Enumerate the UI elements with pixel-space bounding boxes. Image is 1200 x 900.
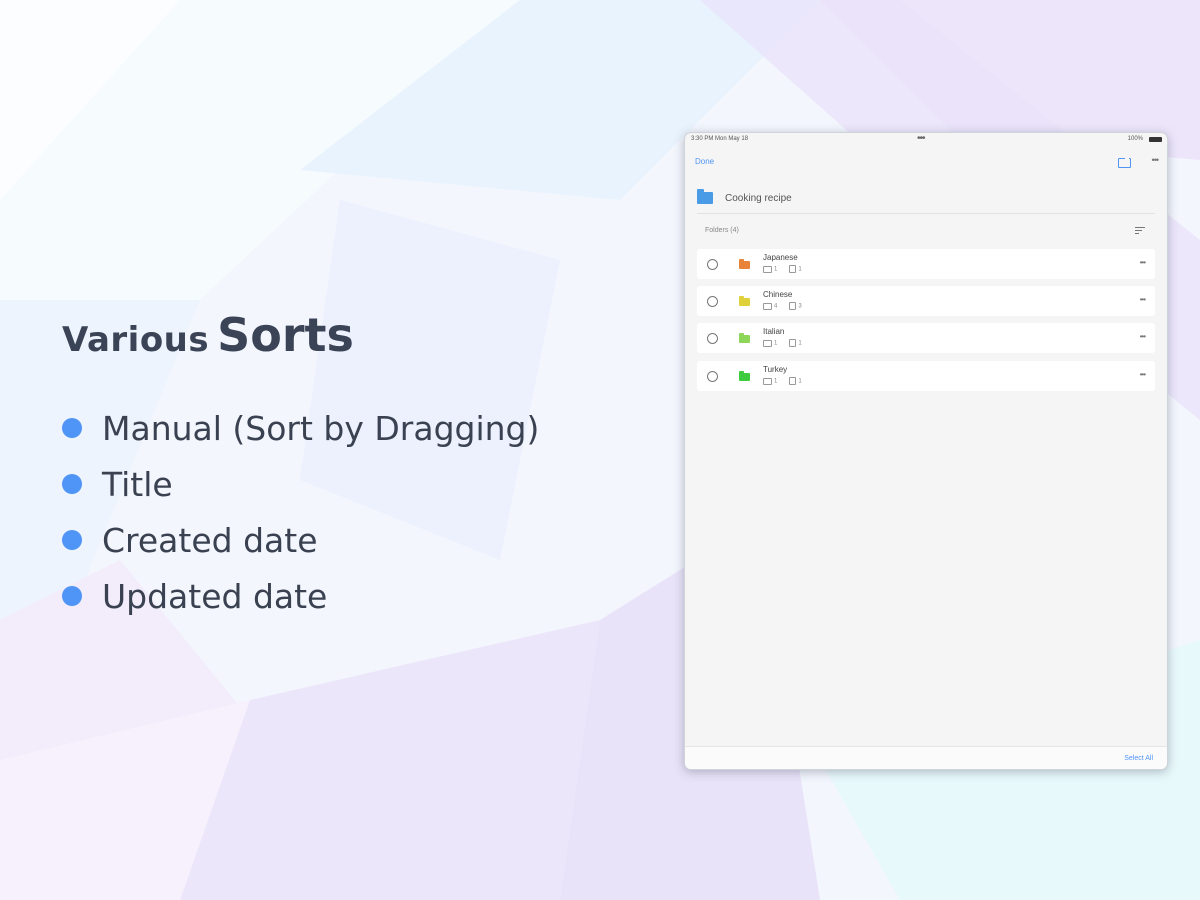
subfolder-icon — [763, 302, 772, 310]
multitask-dots-icon: ••• — [917, 133, 925, 144]
note-count: 3 — [798, 303, 802, 310]
bullet-icon — [62, 586, 82, 606]
folder-name: Chinese — [763, 290, 793, 299]
divider — [697, 213, 1155, 214]
select-radio[interactable] — [707, 333, 718, 344]
bottom-toolbar: Select All — [685, 746, 1167, 769]
subfolder-icon — [763, 265, 772, 273]
list-item[interactable]: Japanese 11 ••• — [697, 249, 1155, 279]
note-icon — [789, 265, 797, 273]
folder-meta: 43 — [763, 302, 802, 310]
folder-icon — [739, 333, 750, 343]
feature-item: Title — [62, 456, 539, 512]
battery-icon — [1149, 137, 1162, 142]
list-item[interactable]: Italian 11 ••• — [697, 323, 1155, 353]
folder-count: 1 — [774, 266, 778, 273]
folder-count: 1 — [774, 340, 778, 347]
status-bar: 3:30 PM Mon May 18 ••• 100% — [685, 133, 1167, 147]
bullet-icon — [62, 530, 82, 550]
select-radio[interactable] — [707, 296, 718, 307]
headline: Various Sorts — [62, 308, 354, 362]
more-icon[interactable]: ••• — [1140, 295, 1146, 304]
note-icon — [789, 339, 797, 347]
bullet-icon — [62, 418, 82, 438]
folder-header: Cooking recipe — [697, 189, 1155, 209]
more-icon[interactable]: ••• — [1140, 370, 1146, 379]
feature-item: Created date — [62, 512, 539, 568]
folder-title: Cooking recipe — [725, 193, 792, 204]
subfolder-icon — [763, 339, 772, 347]
folder-meta: 11 — [763, 265, 802, 273]
more-icon[interactable]: ••• — [1140, 332, 1146, 341]
note-count: 1 — [798, 266, 802, 273]
feature-item: Manual (Sort by Dragging) — [62, 400, 539, 456]
folder-icon — [697, 189, 713, 204]
done-button[interactable]: Done — [695, 157, 714, 166]
select-radio[interactable] — [707, 371, 718, 382]
feature-label: Title — [102, 464, 173, 504]
select-radio[interactable] — [707, 259, 718, 270]
status-time: 3:30 PM Mon May 18 — [691, 136, 749, 142]
section-label: Folders (4) — [705, 227, 739, 234]
folder-icon — [739, 296, 750, 306]
folder-count: 4 — [774, 303, 778, 310]
folder-name: Japanese — [763, 253, 798, 262]
nav-bar: Done ••• — [685, 153, 1167, 173]
headline-small: Various — [62, 320, 210, 360]
folder-meta: 11 — [763, 339, 802, 347]
sort-icon[interactable] — [1135, 227, 1145, 234]
headline-big: Sorts — [217, 308, 354, 362]
feature-label: Updated date — [102, 576, 328, 616]
folder-icon — [739, 371, 750, 381]
select-all-button[interactable]: Select All — [1124, 755, 1153, 762]
more-icon[interactable]: ••• — [1152, 155, 1160, 165]
folder-name: Turkey — [763, 365, 788, 374]
battery-percent: 100% — [1127, 136, 1143, 142]
subfolder-icon — [763, 377, 772, 385]
tablet-screenshot: 3:30 PM Mon May 18 ••• 100% Done ••• Coo… — [684, 132, 1168, 770]
folder-count: 1 — [774, 378, 778, 385]
note-icon — [789, 377, 797, 385]
feature-item: Updated date — [62, 568, 539, 624]
folder-meta: 11 — [763, 377, 802, 385]
note-count: 1 — [798, 340, 802, 347]
note-icon — [789, 302, 797, 310]
feature-list: Manual (Sort by Dragging) Title Created … — [62, 400, 539, 624]
list-item[interactable]: Chinese 43 ••• — [697, 286, 1155, 316]
folder-name: Italian — [763, 327, 785, 336]
new-folder-icon[interactable] — [1118, 157, 1131, 168]
more-icon[interactable]: ••• — [1140, 258, 1146, 267]
feature-label: Created date — [102, 520, 318, 560]
feature-label: Manual (Sort by Dragging) — [102, 408, 540, 448]
list-item[interactable]: Turkey 11 ••• — [697, 361, 1155, 391]
bullet-icon — [62, 474, 82, 494]
note-count: 1 — [798, 378, 802, 385]
folder-icon — [739, 259, 750, 269]
